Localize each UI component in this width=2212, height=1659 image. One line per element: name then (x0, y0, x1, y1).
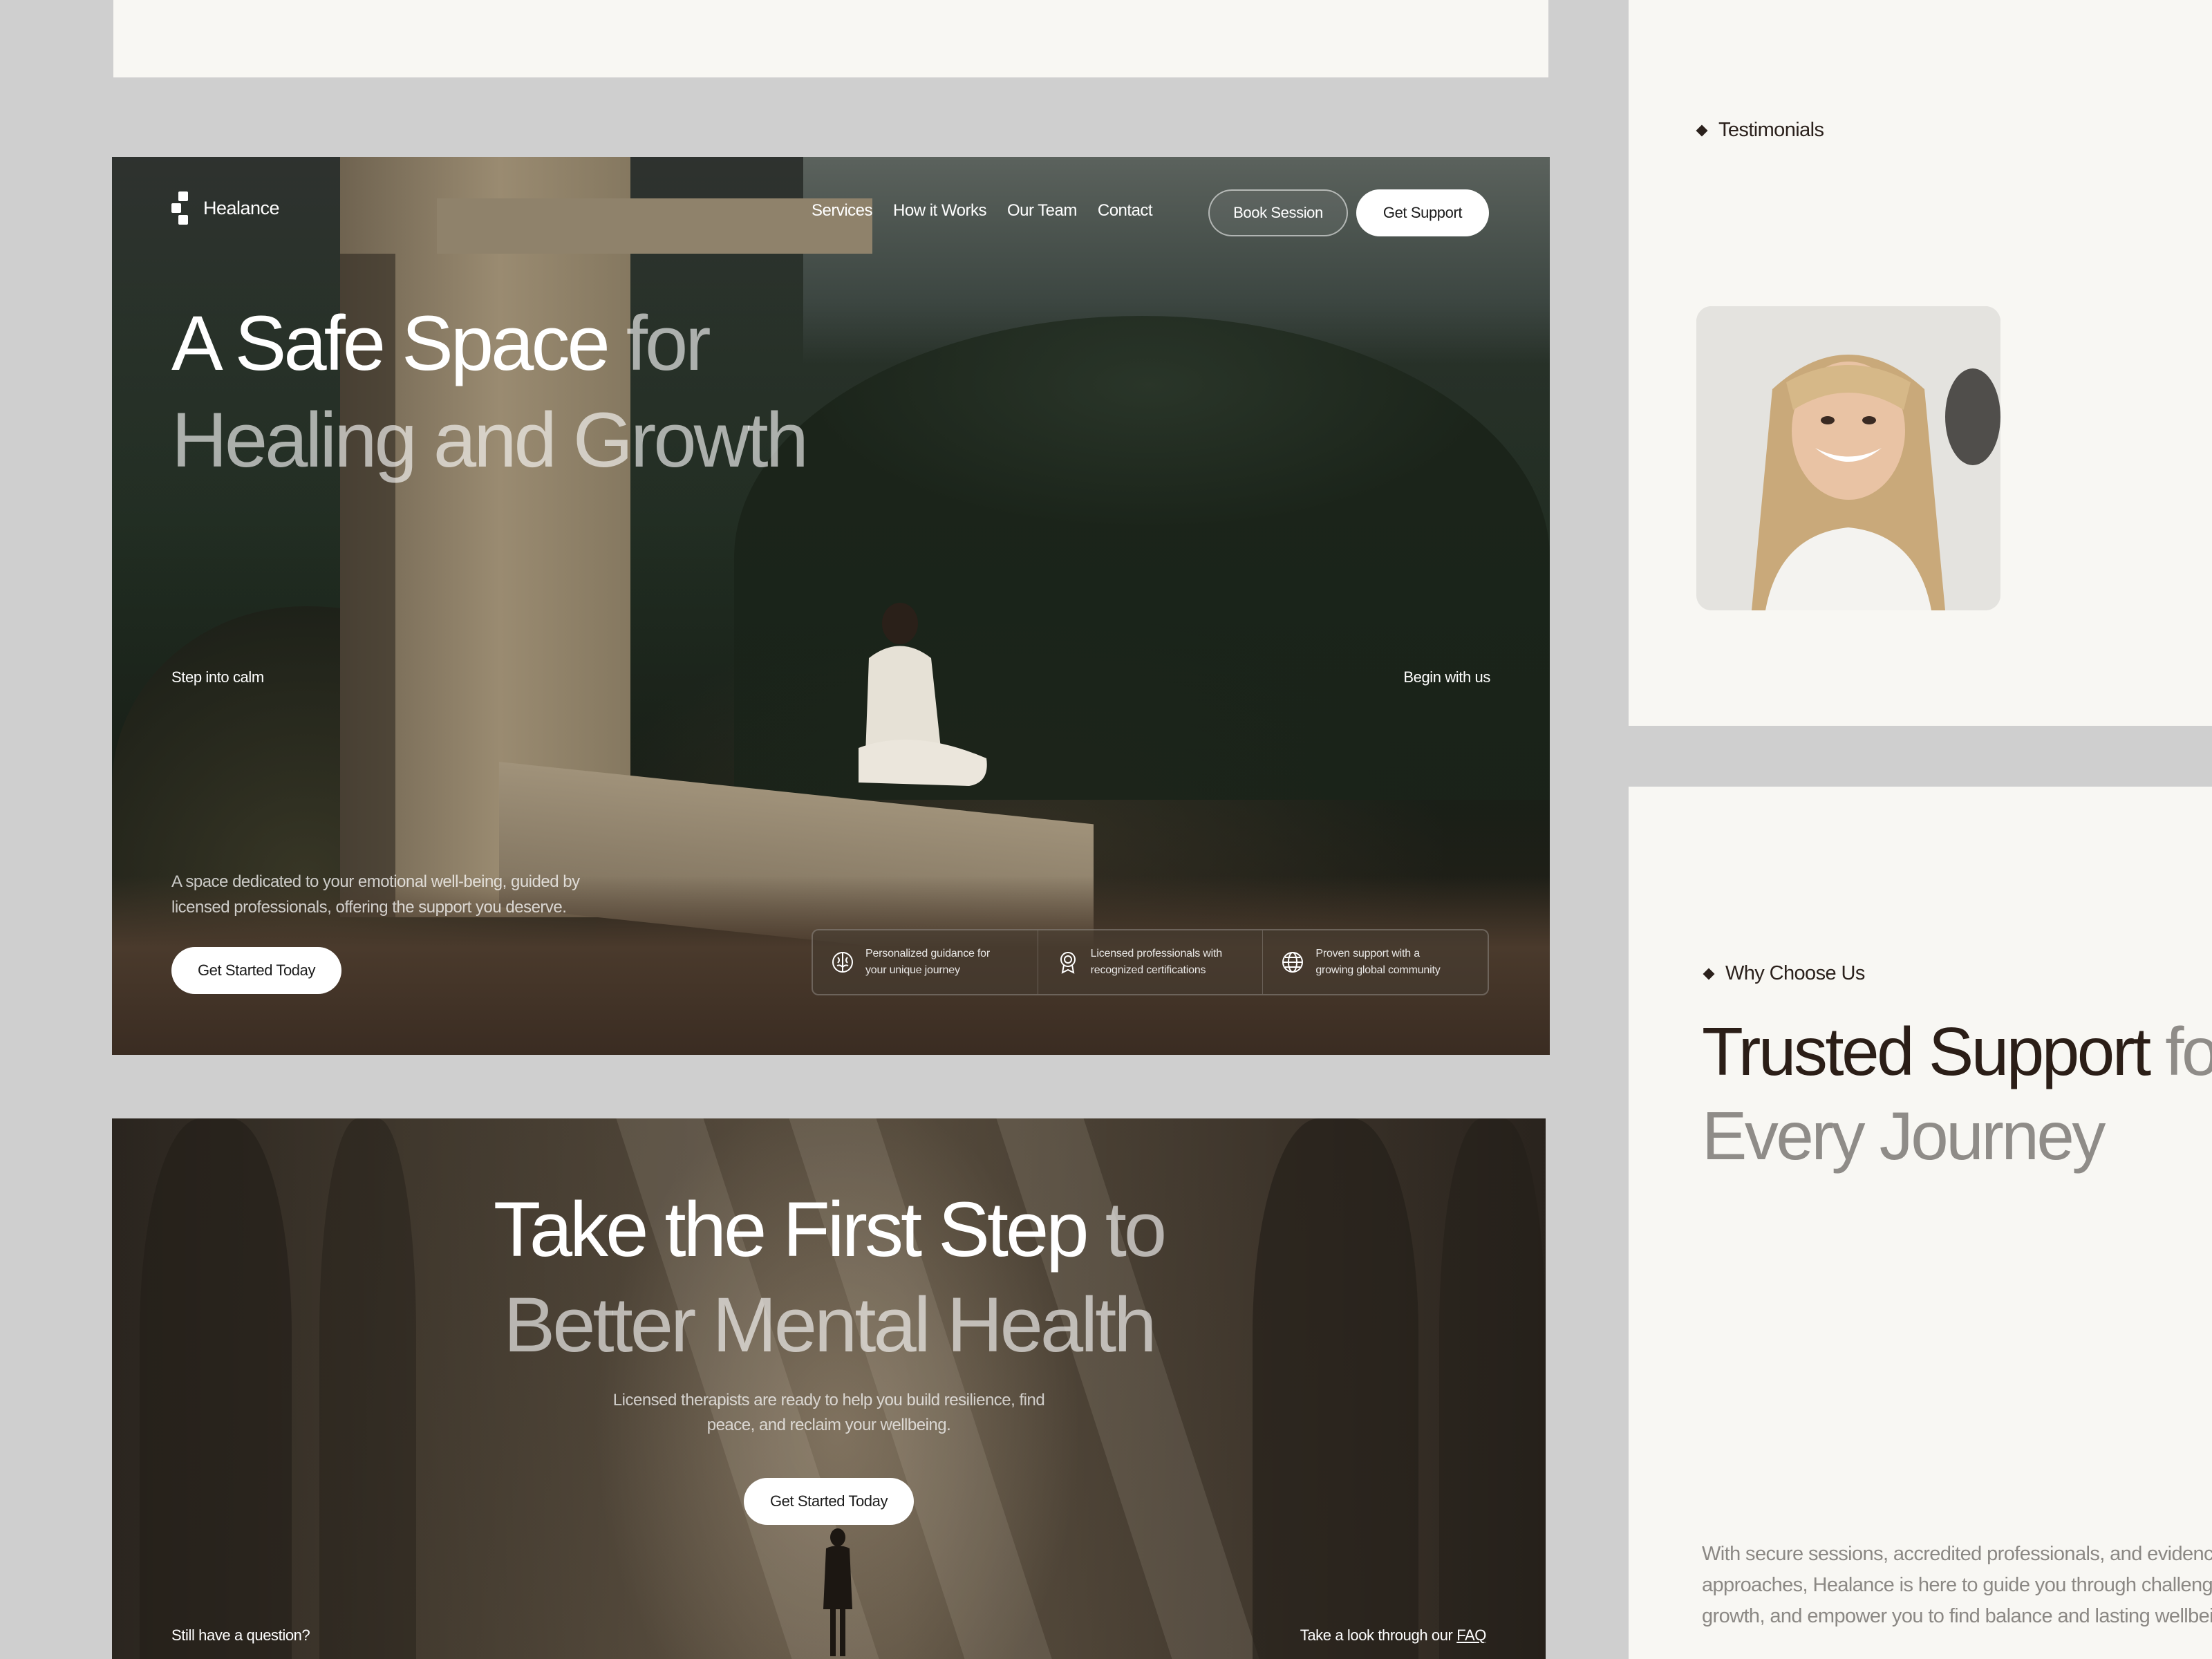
testimonials-tag: Testimonials (1696, 119, 1824, 142)
brand-logo[interactable]: Healance (171, 191, 280, 225)
cta-section: Take the First Step to Better Mental Hea… (112, 1118, 1546, 1659)
previous-section-card (113, 0, 1548, 77)
why-title-dim-1: for (2165, 1013, 2212, 1089)
cta-title-dim-1: to (1086, 1186, 1167, 1273)
brand-name: Healance (203, 197, 280, 218)
globe-icon (1281, 950, 1304, 974)
why-title-dim-2: Every Journey (1702, 1098, 2106, 1174)
why-desc-line1: With secure sessions, accredited profess… (1702, 1543, 2212, 1565)
hero-title: A Safe Space for Healing and Growth (171, 295, 1070, 489)
hero-description: A space dedicated to your emotional well… (171, 872, 580, 917)
hero-title-dim-2: Healing and Growth (171, 397, 809, 483)
why-tag-label: Why Choose Us (1725, 962, 1865, 984)
why-title-main: Trusted Support (1702, 1013, 2151, 1089)
nav-item-our-team[interactable]: Our Team (1007, 201, 1077, 221)
why-choose-us-section: Why Choose Us Trusted Support for Every … (1629, 787, 2212, 1659)
hero-section: Healance Services How it Works Our Team … (112, 157, 1550, 1055)
feature-licensed: Licensed professionals with recognized ce… (1038, 930, 1264, 994)
why-description: With secure sessions, accredited profess… (1702, 1539, 2212, 1632)
book-session-button[interactable]: Book Session (1208, 189, 1348, 236)
main-nav: Services How it Works Our Team Contact (812, 201, 1153, 221)
feature-3-line2: growing global community (1315, 964, 1441, 976)
nav-item-services[interactable]: Services (812, 201, 873, 221)
cta-desc-line2: peace, and reclaim your wellbeing. (706, 1416, 951, 1434)
hero-left-tag: Step into calm (171, 668, 264, 686)
hero-wall-top (437, 198, 872, 254)
cta-title: Take the First Step to Better Mental Hea… (112, 1182, 1546, 1373)
cta-title-main: Take the First Step (493, 1186, 1089, 1273)
testimonials-tag-label: Testimonials (1718, 119, 1824, 141)
meditating-person-illustration (859, 603, 987, 786)
feature-2-line2: recognized certifications (1090, 964, 1206, 976)
cta-description: Licensed therapists are ready to help yo… (112, 1388, 1546, 1438)
cta-desc-line1: Licensed therapists are ready to help yo… (612, 1391, 1045, 1409)
feature-2-line1: Licensed professionals with (1090, 948, 1222, 959)
features-bar: Personalized guidance for your unique jou… (812, 929, 1489, 995)
faq-prefix: Take a look through our (1300, 1627, 1457, 1644)
still-have-question-text: Still have a question? (171, 1627, 310, 1644)
faq-link[interactable]: FAQ (1456, 1627, 1486, 1644)
why-title: Trusted Support for Every Journey (1702, 1009, 2212, 1178)
walking-person-illustration (823, 1528, 852, 1656)
logo-mark-icon (171, 191, 195, 225)
why-desc-line2: approaches, Healance is here to guide yo… (1702, 1574, 2212, 1596)
nav-item-contact[interactable]: Contact (1098, 201, 1153, 221)
why-tag: Why Choose Us (1703, 962, 1865, 985)
hero-get-started-button[interactable]: Get Started Today (171, 947, 341, 994)
feature-1-line2: your unique journey (865, 964, 960, 976)
hero-right-tag: Begin with us (1403, 668, 1490, 686)
why-desc-line3: growth, and empower you to find balance … (1702, 1605, 2212, 1627)
hero-title-main: A Safe Space (171, 300, 610, 386)
award-icon (1056, 950, 1080, 974)
nav-item-how-it-works[interactable]: How it Works (893, 201, 986, 221)
testimonial-avatar (1696, 306, 2000, 610)
diamond-icon (1703, 968, 1715, 980)
feature-1-line1: Personalized guidance for (865, 948, 991, 959)
faq-line: Take a look through our FAQ (1300, 1627, 1487, 1644)
feature-personalized: Personalized guidance for your unique jou… (813, 930, 1038, 994)
diamond-icon (1696, 124, 1708, 136)
smiling-woman-portrait (1696, 306, 2000, 610)
hero-title-dim-1: for (607, 300, 711, 386)
feature-global: Proven support with a growing global comm… (1263, 930, 1488, 994)
get-support-button[interactable]: Get Support (1356, 189, 1489, 236)
feature-3-line1: Proven support with a (1315, 948, 1420, 959)
cta-get-started-button[interactable]: Get Started Today (744, 1478, 914, 1525)
brain-icon (831, 950, 854, 974)
cta-title-dim-2: Better Mental Health (503, 1282, 1157, 1368)
testimonials-section: Testimonials (1629, 0, 2212, 726)
